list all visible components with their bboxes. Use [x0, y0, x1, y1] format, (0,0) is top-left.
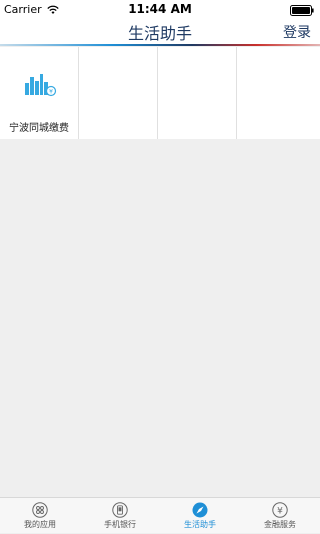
- tab-label: 手机银行: [104, 520, 136, 529]
- grid-item-empty: [237, 47, 316, 139]
- svg-text:¥: ¥: [277, 507, 283, 517]
- status-bar: Carrier 11:44 AM: [0, 0, 320, 20]
- login-button[interactable]: 登录: [283, 22, 311, 42]
- apps-grid-icon: [32, 502, 48, 518]
- grid-item-ningbo-payment[interactable]: ¥ 宁波同城缴费: [0, 47, 79, 139]
- city-skyline-icon: ¥: [25, 74, 57, 97]
- compass-icon: [192, 502, 208, 518]
- status-time: 11:44 AM: [128, 2, 192, 16]
- svg-text:¥: ¥: [49, 89, 53, 96]
- tab-mobile-banking[interactable]: 手机银行: [80, 498, 160, 534]
- tab-life-assistant[interactable]: 生活助手: [160, 498, 240, 534]
- grid-item-empty: [158, 47, 237, 139]
- tab-my-apps[interactable]: 我的应用: [0, 498, 80, 534]
- tab-label: 生活助手: [184, 520, 216, 529]
- nav-bar: 生活助手 登录: [0, 20, 320, 44]
- tab-label: 我的应用: [24, 520, 56, 529]
- battery-icon: [290, 5, 314, 16]
- phone-bank-icon: [112, 502, 128, 518]
- tab-label: 金融服务: [264, 520, 296, 529]
- grid-item-label: 宁波同城缴费: [9, 123, 69, 134]
- nav-accent-line: [0, 44, 320, 46]
- tab-financial-services[interactable]: ¥ 金融服务: [240, 498, 320, 534]
- app-grid: ¥ 宁波同城缴费: [0, 47, 320, 139]
- yuan-icon: ¥: [272, 502, 288, 518]
- grid-item-empty: [79, 47, 158, 139]
- page-title: 生活助手: [127, 24, 192, 43]
- tab-bar: 我的应用 手机银行 生活助手 ¥ 金融服务: [0, 497, 320, 533]
